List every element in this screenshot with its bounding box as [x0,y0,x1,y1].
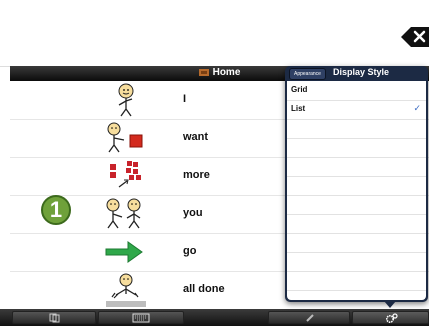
popover-arrow [384,301,396,308]
checkmark-icon: ✓ [413,103,421,113]
empty-row [287,176,426,196]
option-grid[interactable]: Grid [287,81,426,101]
home-icon [198,69,209,76]
go-arrow-icon [105,241,143,263]
want-icon [107,122,143,153]
row-label: more [183,169,210,181]
row-label: want [183,131,209,143]
copy-button[interactable] [12,311,96,324]
option-list[interactable]: List ✓ [287,100,426,120]
person-i-icon [118,83,134,117]
empty-row [287,138,426,158]
more-icon [110,161,141,188]
empty-row [287,271,426,291]
row-label: I [183,93,187,105]
nav-title-text: Home [212,67,241,78]
display-style-popover: Appearance Display Style Grid List ✓ [285,66,428,302]
empty-row [287,119,426,139]
appearance-back-button[interactable]: Appearance [289,68,326,80]
bottom-toolbar [0,309,429,326]
gear-icon [385,313,398,324]
selection-badge: 1 [41,195,71,225]
empty-row [287,157,426,177]
empty-row [287,233,426,253]
row-label: you [183,207,203,219]
empty-row [287,195,426,215]
you-icon [106,198,141,229]
keyboard-button[interactable] [98,311,184,324]
row-label: go [183,245,197,257]
copy-icon [49,313,60,323]
keyboard-icon [132,313,150,323]
popover-options-list: Grid List ✓ [287,81,426,300]
option-label: List [291,104,306,113]
pencil-icon [306,314,314,322]
empty-row [287,214,426,234]
all-done-icon [106,273,146,307]
row-label: all done [183,283,225,295]
option-label: Grid [291,85,308,94]
popover-header: Appearance Display Style [285,66,428,80]
popover-title: Display Style [333,67,390,77]
empty-row [287,252,426,272]
edit-button[interactable] [268,311,350,324]
clear-icon[interactable] [401,26,429,48]
settings-button[interactable] [352,311,429,324]
top-message-bar [0,0,429,67]
